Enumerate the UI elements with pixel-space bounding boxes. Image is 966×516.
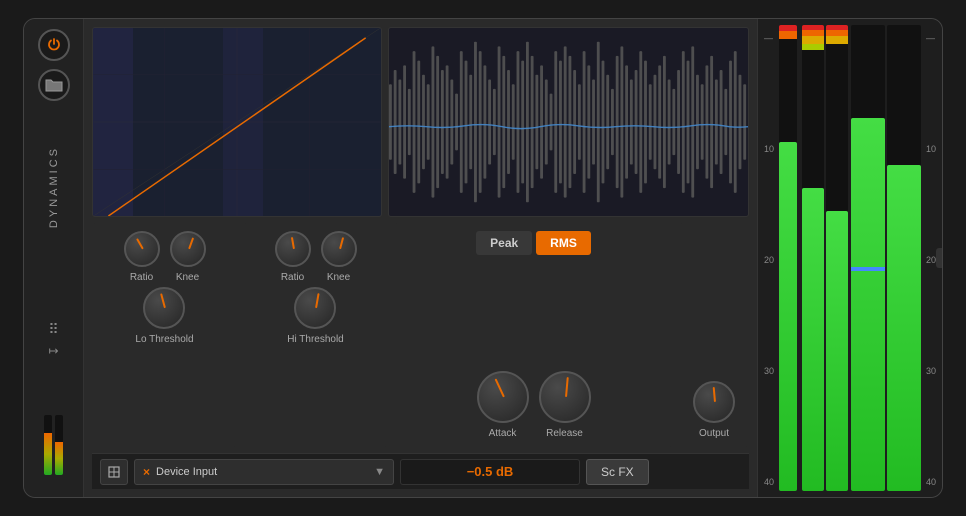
route-button[interactable] — [100, 459, 128, 485]
meters-container: — 10 20 30 40 — [764, 25, 936, 491]
sidebar: DYNAMICS ⠿ ↦ — [24, 19, 84, 497]
rscale-30: 30 — [926, 366, 936, 376]
meter-group-2 — [802, 25, 848, 491]
hi-knee-group: Knee — [321, 231, 357, 283]
hi-knee-label: Knee — [327, 272, 350, 283]
transfer-graph — [92, 27, 382, 217]
mini-meters — [40, 411, 67, 479]
right-meter-scale: — 10 20 30 40 — [924, 25, 936, 491]
release-label: Release — [546, 428, 583, 439]
lo-threshold-knob[interactable] — [143, 287, 185, 329]
controls-row: Ratio Knee Lo Threshold — [92, 223, 749, 447]
rscale-40: 40 — [926, 477, 936, 487]
db-value-label: −0.5 dB — [467, 464, 514, 479]
meter-ch3-l — [851, 25, 885, 491]
rms-button[interactable]: RMS — [536, 231, 591, 255]
db-display: −0.5 dB — [400, 459, 580, 485]
hi-knee-knob[interactable] — [321, 231, 357, 267]
hi-threshold-group: Hi Threshold — [287, 287, 344, 345]
hi-threshold-knob[interactable] — [294, 287, 336, 329]
bottom-toolbar: × Device Input ▼ −0.5 dB Sc FX — [92, 453, 749, 489]
plugin-container: DYNAMICS ⠿ ↦ — [23, 18, 943, 498]
device-name-label: Device Input — [156, 466, 217, 478]
output-label: Output — [699, 428, 729, 439]
lo-knee-knob[interactable] — [170, 231, 206, 267]
output-group: Output — [693, 381, 735, 439]
sc-fx-button[interactable]: Sc FX — [586, 459, 649, 485]
hi-threshold-section: Ratio Knee Hi Threshold — [243, 223, 388, 447]
mode-button-row: Peak RMS — [476, 231, 591, 255]
output-section: Output — [679, 223, 749, 447]
lo-threshold-group: Lo Threshold — [135, 287, 193, 345]
lo-ratio-group: Ratio — [124, 231, 160, 283]
scale-40: 40 — [764, 477, 774, 487]
dots-icon[interactable]: ⠿ — [48, 321, 58, 338]
transfer-curve-svg — [93, 28, 381, 216]
release-knob[interactable] — [539, 371, 591, 423]
waveform-display — [388, 27, 749, 217]
lo-knee-group: Knee — [170, 231, 206, 283]
meter-ch2-r — [826, 25, 848, 491]
attack-group: Attack — [477, 371, 529, 439]
rscale-20: 20 — [926, 255, 936, 265]
attack-label: Attack — [489, 428, 517, 439]
scale-10: 10 — [764, 144, 774, 154]
attack-release-section: Peak RMS Attack Release — [394, 223, 673, 447]
release-group: Release — [539, 371, 591, 439]
lo-knob-row: Ratio Knee — [124, 231, 206, 283]
rscale-top: — — [926, 33, 936, 43]
device-x-icon: × — [143, 465, 150, 479]
meter-group-3 — [851, 25, 921, 491]
attack-knob[interactable] — [477, 371, 529, 423]
hi-threshold-label: Hi Threshold — [287, 334, 344, 345]
hi-knob-row: Ratio Knee — [275, 231, 357, 283]
folder-button[interactable] — [38, 69, 70, 101]
peak-button[interactable]: Peak — [476, 231, 532, 255]
hi-ratio-label: Ratio — [281, 272, 304, 283]
meter-group-1 — [779, 25, 799, 491]
scale-30: 30 — [764, 366, 774, 376]
scale-20: 20 — [764, 255, 774, 265]
left-meter-scale: — 10 20 30 40 — [764, 25, 776, 491]
power-button[interactable] — [38, 29, 70, 61]
hi-ratio-group: Ratio — [275, 231, 311, 283]
lo-threshold-label: Lo Threshold — [135, 334, 193, 345]
meter-ch1 — [779, 25, 797, 491]
lo-knee-label: Knee — [176, 272, 199, 283]
meters-add-button[interactable]: + — [936, 248, 943, 268]
output-knob[interactable] — [693, 381, 735, 423]
plugin-name-label: DYNAMICS — [48, 146, 60, 228]
scale-top: — — [764, 33, 774, 43]
lo-ratio-knob[interactable] — [124, 231, 160, 267]
waveform-svg — [389, 28, 748, 216]
meters-panel: — 10 20 30 40 — [757, 19, 942, 497]
lo-ratio-label: Ratio — [130, 272, 153, 283]
lo-threshold-section: Ratio Knee Lo Threshold — [92, 223, 237, 447]
attack-release-row: Attack Release — [477, 371, 591, 439]
meter-ch3-r — [887, 25, 921, 491]
mini-meter-right — [55, 415, 63, 475]
hi-ratio-knob[interactable] — [275, 231, 311, 267]
top-row — [92, 27, 749, 217]
dropdown-arrow-icon: ▼ — [374, 466, 385, 478]
route-icon[interactable]: ↦ — [48, 344, 58, 358]
device-input-selector[interactable]: × Device Input ▼ — [134, 459, 394, 485]
mini-meter-left — [44, 415, 52, 475]
rscale-10: 10 — [926, 144, 936, 154]
main-content: Ratio Knee Lo Threshold — [84, 19, 757, 497]
meter-ch2-l — [802, 25, 824, 491]
